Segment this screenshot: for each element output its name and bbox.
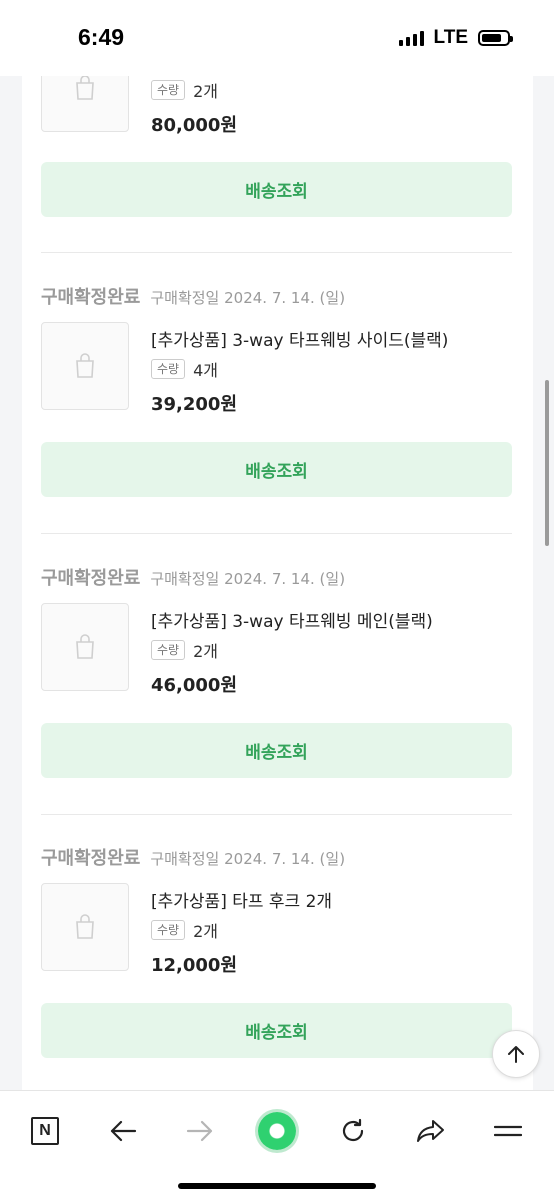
track-shipment-button[interactable]: 배송조회 <box>41 723 512 778</box>
forward-arrow-icon <box>186 1120 213 1142</box>
order-list: 수량 2개 80,000원 배송조회 구매확정완료 구매확정일 2024. 7.… <box>22 76 533 1090</box>
battery-icon <box>478 30 513 46</box>
quantity-badge: 수량 <box>151 80 186 100</box>
order-header: 구매확정완료 구매확정일 2024. 7. 14. (일) <box>41 564 345 590</box>
confirm-date: 구매확정일 2024. 7. 14. (일) <box>150 289 346 307</box>
quantity-badge: 수량 <box>151 640 186 660</box>
quantity-badge: 수량 <box>151 920 186 940</box>
product-price: 12,000원 <box>151 955 238 976</box>
share-button[interactable] <box>409 1109 453 1153</box>
menu-button[interactable] <box>486 1109 530 1153</box>
refresh-icon <box>342 1118 364 1142</box>
divider <box>41 814 512 815</box>
status-indicators: LTE <box>398 27 513 49</box>
order-item: 구매확정완료 구매확정일 2024. 7. 14. (일) [추가상품] 3-w… <box>22 283 533 563</box>
menu-icon <box>494 1125 522 1137</box>
back-button[interactable] <box>101 1109 145 1153</box>
product-thumbnail[interactable] <box>41 76 129 132</box>
product-name[interactable]: [추가상품] 3-way 타프웨빙 사이드(블랙) <box>151 326 448 351</box>
product-name[interactable]: [추가상품] 3-way 타프웨빙 메인(블랙) <box>151 607 433 632</box>
scroll-to-top-button[interactable] <box>492 1030 540 1078</box>
quantity-value: 2개 <box>193 642 218 661</box>
share-icon <box>417 1120 444 1142</box>
shopping-bag-icon <box>76 634 94 659</box>
refresh-button[interactable] <box>331 1109 375 1153</box>
product-price: 46,000원 <box>151 675 238 696</box>
order-item-partial: 수량 2개 80,000원 배송조회 <box>22 76 533 253</box>
home-indicator[interactable] <box>178 1183 376 1189</box>
network-type: LTE <box>433 27 468 48</box>
order-status: 구매확정완료 <box>41 287 141 308</box>
product-thumbnail[interactable] <box>41 322 129 410</box>
divider <box>41 533 512 534</box>
quantity-value: 2개 <box>193 82 218 101</box>
confirm-date: 구매확정일 2024. 7. 14. (일) <box>150 570 346 588</box>
product-name[interactable]: [추가상품] 타프 후크 2개 <box>151 887 332 912</box>
order-status: 구매확정완료 <box>41 848 141 869</box>
confirm-date: 구매확정일 2024. 7. 14. (일) <box>150 850 346 868</box>
green-orb-icon <box>258 1112 296 1150</box>
naver-home-button[interactable]: N <box>23 1109 67 1153</box>
order-header: 구매확정완료 구매확정일 2024. 7. 14. (일) <box>41 283 345 309</box>
green-orb-button[interactable] <box>255 1109 299 1153</box>
track-shipment-button[interactable]: 배송조회 <box>41 162 512 217</box>
shopping-bag-icon <box>76 914 94 939</box>
product-price: 80,000원 <box>151 115 238 136</box>
track-shipment-button[interactable]: 배송조회 <box>41 1003 512 1058</box>
quantity-row: 수량 2개 <box>151 918 218 942</box>
product-thumbnail[interactable] <box>41 603 129 691</box>
product-thumbnail[interactable] <box>41 883 129 971</box>
shopping-bag-icon <box>76 353 94 378</box>
quantity-value: 2개 <box>193 922 218 941</box>
n-logo-icon: N <box>31 1117 59 1145</box>
back-arrow-icon <box>110 1120 137 1142</box>
quantity-value: 4개 <box>193 361 218 380</box>
order-header: 구매확정완료 구매확정일 2024. 7. 14. (일) <box>41 844 345 870</box>
quantity-row: 수량 4개 <box>151 357 218 381</box>
signal-icon <box>398 30 424 46</box>
shopping-bag-icon <box>76 76 94 100</box>
order-item: 구매확정완료 구매확정일 2024. 7. 14. (일) [추가상품] 타프 … <box>22 844 533 1090</box>
track-shipment-button[interactable]: 배송조회 <box>41 442 512 497</box>
forward-button[interactable] <box>178 1109 222 1153</box>
quantity-row: 수량 2개 <box>151 78 218 102</box>
order-status: 구매확정완료 <box>41 568 141 589</box>
divider <box>41 252 512 253</box>
status-bar: 6:49 LTE <box>0 0 554 76</box>
quantity-row: 수량 2개 <box>151 638 218 662</box>
product-price: 39,200원 <box>151 394 238 415</box>
quantity-badge: 수량 <box>151 359 186 379</box>
order-item: 구매확정완료 구매확정일 2024. 7. 14. (일) [추가상품] 3-w… <box>22 564 533 844</box>
arrow-up-icon <box>508 1046 524 1063</box>
status-time: 6:49 <box>78 24 125 50</box>
scrollbar[interactable] <box>545 380 549 546</box>
